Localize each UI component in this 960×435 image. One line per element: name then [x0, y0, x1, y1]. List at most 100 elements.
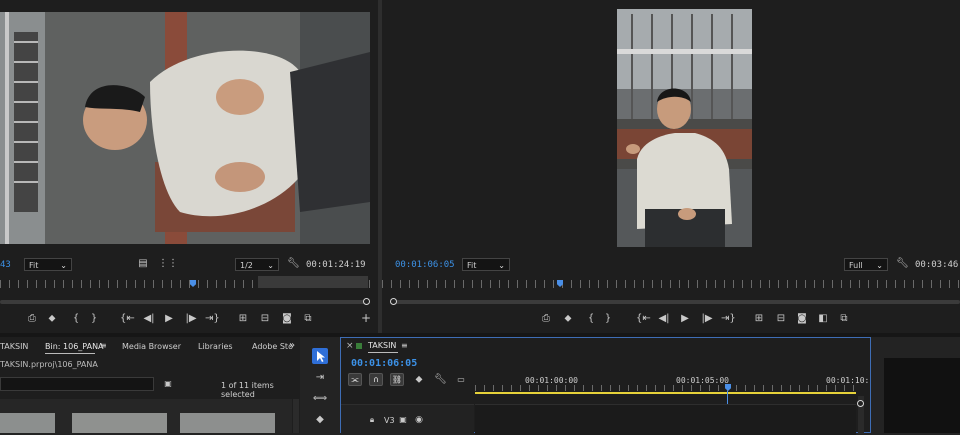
program-resolution-dropdown[interactable]: Full ⌄: [844, 258, 888, 271]
selection-tool-button[interactable]: [312, 348, 328, 364]
source-zoom-handle[interactable]: [363, 298, 370, 305]
program-timecode-out: 00:03:46:2: [915, 260, 960, 270]
insert-overlay-icon[interactable]: ⋮⋮: [158, 259, 178, 269]
mark-in-icon[interactable]: {: [587, 314, 595, 324]
razor-tool-icon[interactable]: ◆: [312, 415, 328, 425]
program-fit-dropdown[interactable]: Fit ⌄: [462, 258, 510, 271]
program-timecode-in[interactable]: 00:01:06:05: [395, 260, 455, 270]
export-frame-icon[interactable]: ⎙: [26, 314, 38, 324]
source-zoom-region[interactable]: [258, 276, 368, 288]
track-lane-v3[interactable]: [475, 404, 856, 435]
button-editor-icon[interactable]: ⧉: [302, 314, 314, 324]
eye-icon[interactable]: ◉: [414, 415, 424, 425]
program-time-ruler[interactable]: [382, 280, 960, 288]
source-monitor: 43 Fit ⌄ ▤ ⋮⋮ 1/2 ⌄ 🔧︎ 00:01:24:19 ⎙ ⬥ {…: [0, 0, 378, 333]
source-resolution-label: 1/2: [240, 261, 253, 270]
snap-button[interactable]: ∩: [369, 373, 383, 386]
chevron-down-icon: ⌄: [60, 261, 67, 270]
tab-bin[interactable]: Bin: 106_PANA: [45, 342, 104, 351]
tab-media-browser[interactable]: Media Browser: [122, 342, 181, 351]
overwrite-icon[interactable]: ⊟: [258, 314, 272, 324]
go-to-in-icon[interactable]: {⇤: [636, 314, 651, 324]
nest-toggle-button[interactable]: ⫘: [348, 373, 362, 386]
settings-square-icon[interactable]: ▤: [138, 259, 148, 269]
wrench-icon[interactable]: 🔧︎: [287, 259, 300, 269]
source-timecode-in[interactable]: 43: [0, 260, 11, 270]
thumbnail-clip-2[interactable]: [72, 413, 167, 433]
work-area-bar[interactable]: [475, 392, 856, 394]
play-icon[interactable]: ▶: [679, 314, 691, 324]
source-timecode-out: 00:01:24:19: [306, 260, 366, 270]
captions-icon[interactable]: ▭: [455, 375, 467, 385]
ruler-label-0: 00:01:00:00: [525, 376, 578, 385]
ripple-edit-tool-icon[interactable]: ⟺: [312, 394, 328, 404]
source-fit-label: Fit: [29, 261, 39, 270]
tools-panel: ⇥ ⟺ ◆: [304, 337, 336, 433]
bin-scrollbar[interactable]: [293, 399, 299, 433]
go-to-out-icon[interactable]: ⇥}: [721, 314, 736, 324]
mark-in-icon[interactable]: {: [72, 314, 80, 324]
program-video-frame[interactable]: [617, 9, 752, 247]
program-footage-image: [617, 9, 752, 247]
marker-icon[interactable]: ⬥: [563, 314, 573, 324]
camera-icon[interactable]: ◙: [796, 314, 808, 324]
go-to-out-icon[interactable]: ⇥}: [205, 314, 220, 324]
marker-icon[interactable]: ⬥: [47, 314, 57, 324]
thumbnail-clip-1[interactable]: [0, 413, 55, 433]
source-video-frame[interactable]: [0, 12, 370, 244]
play-icon[interactable]: ▶: [163, 314, 175, 324]
sync-lock-icon[interactable]: ▣: [398, 415, 408, 425]
step-back-icon[interactable]: ◀|: [657, 314, 671, 324]
timeline-settings-wrench-icon[interactable]: 🔧︎: [434, 375, 447, 385]
items-selected-count: 1 of 11 items selected: [221, 381, 274, 399]
go-to-in-icon[interactable]: {⇤: [120, 314, 135, 324]
tab-menu-icon[interactable]: ≡: [100, 341, 107, 350]
timeline-time-ruler[interactable]: [475, 385, 856, 391]
sequence-color-swatch: [356, 343, 362, 349]
tab-sequence[interactable]: TAKSIN: [368, 341, 396, 350]
step-forward-icon[interactable]: |▶: [184, 314, 198, 324]
insert-icon[interactable]: ⊞: [236, 314, 250, 324]
export-frame-icon[interactable]: ⎙: [540, 314, 552, 324]
timeline-scroll-handle[interactable]: [857, 400, 864, 407]
project-panel: TAKSIN Bin: 106_PANA ≡ Media Browser Lib…: [0, 337, 300, 433]
program-zoom-scrollbar[interactable]: [392, 300, 960, 304]
ruler-label-1: 00:01:05:00: [676, 376, 729, 385]
track-header-v3: 🔒︎ V3 ▣ ◉: [341, 404, 474, 435]
step-forward-icon[interactable]: |▶: [700, 314, 714, 324]
program-resolution-label: Full: [849, 261, 863, 270]
mark-out-icon[interactable]: }: [604, 314, 612, 324]
add-marker-icon[interactable]: ⬥: [414, 375, 424, 385]
track-label-v3: V3: [384, 416, 395, 425]
step-back-icon[interactable]: ◀|: [142, 314, 156, 324]
right-panel: [875, 337, 960, 433]
camera-icon[interactable]: ◙: [281, 314, 293, 324]
timeline-close-icon[interactable]: ×: [346, 341, 354, 351]
button-editor-icon[interactable]: ⧉: [838, 314, 850, 324]
bin-tab-underline: [45, 353, 95, 354]
timeline-panel: × TAKSIN ≡ 00:01:06:05 ⫘ ∩ ⛓︎ ⬥ 🔧︎ ▭ 00:…: [340, 337, 871, 435]
tab-libraries[interactable]: Libraries: [198, 342, 233, 351]
timeline-menu-icon[interactable]: ≡: [401, 341, 408, 350]
linked-selection-button[interactable]: ⛓︎: [390, 373, 404, 386]
program-monitor: 00:01:06:05 Fit ⌄ Full ⌄ 🔧︎ 00:03:46:2 ⎙…: [382, 0, 960, 333]
timeline-timecode[interactable]: 00:01:06:05: [351, 358, 417, 369]
bin-search-input[interactable]: [0, 377, 154, 391]
panel-overflow-icon[interactable]: »: [289, 340, 295, 351]
new-search-bin-icon[interactable]: ▣: [162, 379, 174, 389]
lock-icon[interactable]: 🔒︎: [367, 415, 377, 425]
mark-out-icon[interactable]: }: [90, 314, 98, 324]
source-zoom-scrollbar[interactable]: [0, 300, 368, 304]
tab-project[interactable]: TAKSIN: [0, 342, 28, 351]
source-resolution-dropdown[interactable]: 1/2 ⌄: [235, 258, 279, 271]
thumbnail-clip-3[interactable]: [180, 413, 275, 433]
extract-icon[interactable]: ⊟: [774, 314, 788, 324]
add-button-icon[interactable]: +: [361, 312, 371, 324]
lift-icon[interactable]: ⊞: [752, 314, 766, 324]
program-zoom-handle[interactable]: [390, 298, 397, 305]
comparison-view-icon[interactable]: ◧: [816, 314, 830, 324]
tab-adobe-stock[interactable]: Adobe Sto: [252, 342, 293, 351]
source-fit-dropdown[interactable]: Fit ⌄: [24, 258, 72, 271]
wrench-icon[interactable]: 🔧︎: [896, 259, 909, 269]
track-select-tool-icon[interactable]: ⇥: [312, 373, 328, 383]
